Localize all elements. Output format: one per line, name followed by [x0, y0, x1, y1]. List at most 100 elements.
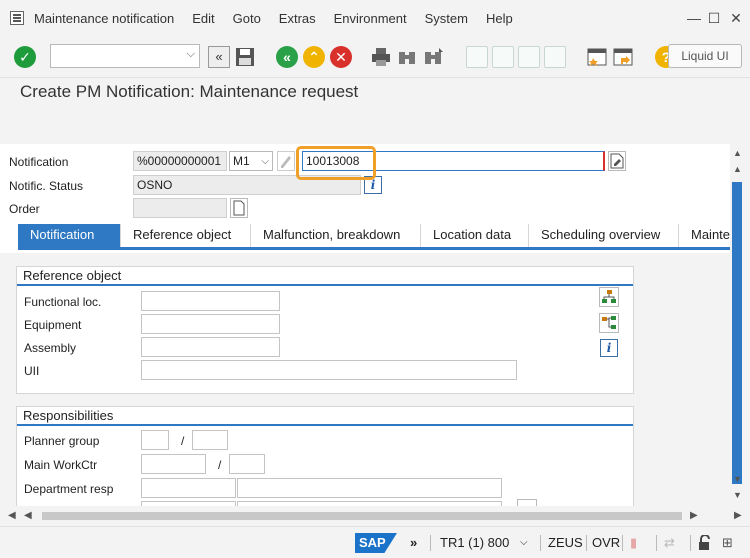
- scroll-down-page-icon[interactable]: ▼: [733, 474, 742, 484]
- close-window-icon[interactable]: ✕: [728, 10, 744, 26]
- menu-extras[interactable]: Extras: [279, 11, 316, 26]
- connection-icon: ⇄: [664, 535, 675, 550]
- main-workctr-slash: /: [218, 458, 222, 472]
- edit-pencil-icon[interactable]: [277, 151, 295, 171]
- divider: [586, 535, 587, 551]
- planner-group-slash: /: [181, 434, 185, 448]
- menu-edit[interactable]: Edit: [192, 11, 214, 26]
- notific-status-field: OSNO: [133, 175, 361, 195]
- horizontal-scrollbar[interactable]: ◀ ◀ ▶ ▶: [0, 506, 750, 526]
- title-area: Create PM Notification: Maintenance requ…: [0, 78, 750, 144]
- standard-toolbar: ✓ ⌵ « « ⌃ ✕ ? Liquid UI: [0, 36, 750, 78]
- scroll-up-icon[interactable]: ▲: [733, 148, 742, 158]
- main-workctr-input[interactable]: [141, 454, 206, 474]
- tab-notification[interactable]: Notification: [18, 224, 121, 247]
- last-page-icon: [544, 46, 566, 68]
- department-resp-input[interactable]: [141, 478, 236, 498]
- main-workctr-label: Main WorkCtr: [24, 458, 98, 472]
- command-field[interactable]: ⌵: [50, 44, 200, 68]
- first-page-icon: [466, 46, 488, 68]
- responsibilities-title: Responsibilities: [17, 407, 633, 426]
- department-resp-description: [237, 478, 502, 498]
- functional-loc-input[interactable]: [141, 291, 280, 311]
- grid-icon[interactable]: [517, 499, 537, 506]
- scroll-down-icon[interactable]: ▼: [733, 490, 742, 500]
- tab-panel-notification: Reference object Functional loc. Equipme…: [0, 253, 730, 506]
- tab-location-data[interactable]: Location data: [421, 224, 529, 247]
- order-label: Order: [9, 202, 40, 216]
- menu-help[interactable]: Help: [486, 11, 513, 26]
- system-info[interactable]: TR1 (1) 800: [440, 535, 509, 550]
- menu-maintenance-notification[interactable]: Maintenance notification: [34, 11, 174, 26]
- find-icon[interactable]: [396, 46, 418, 68]
- functional-loc-label: Functional loc.: [24, 295, 102, 309]
- divider: [430, 535, 431, 551]
- divider: [690, 535, 691, 551]
- notification-kind-dropdown[interactable]: M1 ⌵: [229, 151, 273, 171]
- scroll-right-icon[interactable]: ▶: [734, 510, 742, 521]
- vertical-scrollbar[interactable]: ▲ ▲ ▼ ▼: [730, 144, 750, 506]
- cancel-icon[interactable]: ✕: [330, 46, 352, 68]
- notification-type-field: %00000000001: [133, 151, 227, 171]
- print-icon[interactable]: [370, 46, 392, 68]
- assembly-input[interactable]: [141, 337, 280, 357]
- notification-number-input[interactable]: 10013008: [302, 151, 605, 171]
- expand-status-icon[interactable]: »: [410, 535, 417, 550]
- notification-label: Notification: [9, 155, 69, 169]
- generate-shortcut-icon[interactable]: [612, 46, 634, 68]
- uii-input[interactable]: [141, 360, 517, 380]
- enter-check-icon[interactable]: ✓: [14, 46, 36, 68]
- save-icon[interactable]: [234, 46, 256, 68]
- main-content: Notification %00000000001 M1 ⌵ 10013008 …: [0, 144, 730, 506]
- server-name: ZEUS: [548, 535, 583, 550]
- planning-plant-input[interactable]: [192, 430, 228, 450]
- horizontal-scroll-thumb[interactable]: [42, 512, 682, 520]
- create-session-icon[interactable]: [586, 46, 608, 68]
- chevron-down-icon[interactable]: ⌵: [187, 48, 195, 61]
- tab-malfunction-breakdown[interactable]: Malfunction, breakdown: [251, 224, 421, 247]
- long-text-icon[interactable]: [608, 151, 626, 171]
- status-info-icon[interactable]: i: [364, 176, 382, 194]
- workctr-plant-input[interactable]: [229, 454, 265, 474]
- command-input[interactable]: [51, 45, 176, 67]
- tab-maintenance[interactable]: Mainte: [679, 224, 730, 247]
- tab-strip: Notification Reference object Malfunctio…: [18, 224, 730, 250]
- department-resp-label: Department resp: [24, 482, 114, 496]
- app-menu-icon[interactable]: [10, 11, 24, 25]
- menu-system[interactable]: System: [425, 11, 468, 26]
- scroll-left-icon[interactable]: ◀: [8, 510, 16, 521]
- scroll-left-page-icon[interactable]: ◀: [24, 510, 32, 521]
- minimize-icon[interactable]: —: [686, 10, 702, 26]
- exit-icon[interactable]: ⌃: [303, 46, 325, 68]
- vertical-scroll-thumb[interactable]: [732, 182, 742, 484]
- reference-object-info-icon[interactable]: i: [600, 339, 618, 357]
- structure-tree-icon[interactable]: [599, 287, 619, 307]
- tab-reference-object[interactable]: Reference object: [121, 224, 251, 247]
- insert-mode[interactable]: OVR: [592, 535, 620, 550]
- equipment-label: Equipment: [24, 318, 82, 332]
- hierarchy-list-icon[interactable]: [599, 313, 619, 333]
- menu-environment[interactable]: Environment: [334, 11, 407, 26]
- chevron-down-icon[interactable]: ⌵: [520, 537, 528, 548]
- tab-scheduling-overview[interactable]: Scheduling overview: [529, 224, 679, 247]
- collapse-double-chevron-icon[interactable]: «: [208, 46, 230, 68]
- trace-icon: ▮: [630, 535, 638, 550]
- order-field: [133, 198, 227, 218]
- chevron-down-icon[interactable]: ⌵: [261, 153, 269, 171]
- planner-group-input[interactable]: [141, 430, 169, 450]
- unlock-icon[interactable]: [698, 534, 712, 554]
- responsibilities-group: Responsibilities Planner group / Main Wo…: [16, 406, 634, 506]
- equipment-input[interactable]: [141, 314, 280, 334]
- document-icon[interactable]: [230, 198, 248, 218]
- scroll-up-page-icon[interactable]: ▲: [733, 164, 742, 174]
- liquid-ui-button[interactable]: Liquid UI: [668, 44, 742, 68]
- maximize-icon[interactable]: ☐: [706, 10, 722, 26]
- planner-group-label: Planner group: [24, 434, 100, 448]
- back-icon[interactable]: «: [276, 46, 298, 68]
- status-more-icon[interactable]: ⊞: [722, 535, 733, 551]
- find-next-icon[interactable]: [422, 46, 444, 68]
- scroll-right-page-icon[interactable]: ▶: [690, 510, 698, 521]
- menu-goto[interactable]: Goto: [233, 11, 261, 26]
- notific-status-label: Notific. Status: [9, 179, 84, 193]
- previous-page-icon: [492, 46, 514, 68]
